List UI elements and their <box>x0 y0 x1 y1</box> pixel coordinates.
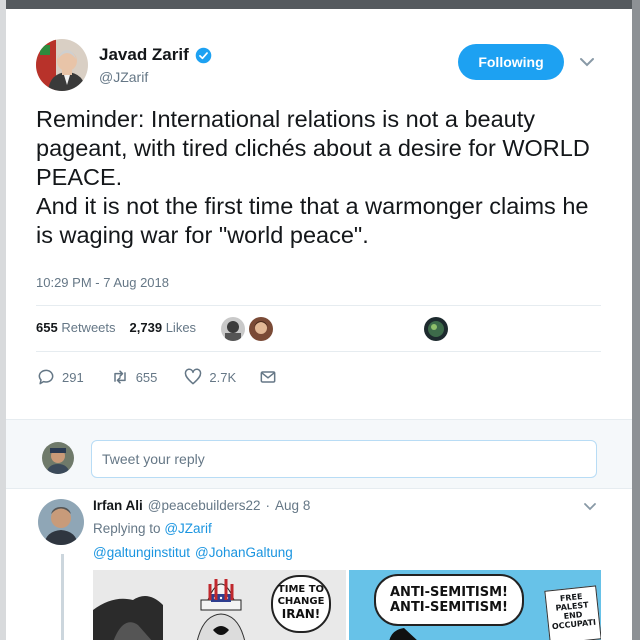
verified-badge-icon <box>195 47 212 63</box>
likes-count: 2,739 <box>129 320 163 335</box>
current-user-avatar <box>42 442 74 474</box>
likes-label: Likes <box>165 320 197 335</box>
tweet-actions: 291 655 2.7K <box>36 367 278 387</box>
reply-action[interactable]: 291 <box>36 367 84 387</box>
tweet-text-paragraph: Reminder: International relations is not… <box>36 106 590 190</box>
retweet-count: 655 <box>135 369 158 385</box>
reply-author-avatar[interactable] <box>38 499 84 545</box>
mention-link[interactable]: @JohanGaltung <box>195 545 293 560</box>
like-action[interactable]: 2.7K <box>183 367 236 387</box>
envelope-icon[interactable] <box>258 367 278 387</box>
bubble-text-line: ANTI-SEMITISM! <box>390 600 508 615</box>
retweets-label: Retweets <box>61 320 116 335</box>
heart-icon[interactable] <box>183 367 203 387</box>
reply-header: Irfan Ali @peacebuilders22 · Aug 8 <box>93 498 310 513</box>
separator-dot: · <box>265 498 271 513</box>
likes-stat[interactable]: 2,739 Likes <box>130 320 197 335</box>
author-name[interactable]: Javad Zarif <box>99 45 212 65</box>
divider <box>36 351 601 352</box>
protest-sign: FREE PALEST END OCCUPATI <box>544 585 601 640</box>
reply-icon[interactable] <box>36 367 56 387</box>
author-name-text[interactable]: Javad Zarif <box>99 45 189 65</box>
author-handle[interactable]: @JZarif <box>99 69 148 85</box>
like-count: 2.7K <box>209 369 237 385</box>
retweet-icon[interactable] <box>110 367 130 387</box>
reply-image-cartoon-right[interactable]: ANTI-SEMITISM! ANTI-SEMITISM! FREE PALES… <box>349 570 601 640</box>
tweet-timestamp[interactable]: 10:29 PM - 7 Aug 2018 <box>36 275 169 290</box>
bubble-text-line: TIME TO <box>277 584 325 595</box>
reply-author-handle[interactable]: @peacebuilders22 <box>148 498 261 513</box>
chevron-down-icon[interactable] <box>583 501 597 512</box>
liker-avatar[interactable] <box>249 317 273 341</box>
author-avatar[interactable] <box>36 39 88 91</box>
replying-to-prefix: Replying to <box>93 521 161 536</box>
window-top-edge <box>0 0 640 9</box>
retweet-action[interactable]: 655 <box>110 367 158 387</box>
retweets-stat[interactable]: 655 Retweets <box>36 320 116 335</box>
chevron-down-icon[interactable] <box>578 55 596 69</box>
thread-connector <box>61 554 64 640</box>
bubble-text-line: IRAN! <box>281 607 321 621</box>
replying-to: Replying to @JZarif <box>93 521 212 536</box>
reply-compose-area <box>6 419 632 489</box>
speech-bubble: TIME TO CHANGE IRAN! <box>271 575 331 633</box>
reply-count: 291 <box>62 369 84 385</box>
mention-link[interactable]: @galtunginstitut <box>93 545 190 560</box>
tweet-text: Reminder: International relations is not… <box>36 105 606 250</box>
reply-image-cartoon-left[interactable]: TIME TO CHANGE IRAN! <box>93 570 346 640</box>
retweets-count: 655 <box>36 320 58 335</box>
bubble-text-line: ANTI-SEMITISM! <box>390 585 508 600</box>
reply-input[interactable] <box>91 440 597 478</box>
tweet-card: Javad Zarif @JZarif Following Reminder: … <box>6 9 632 640</box>
liker-avatar[interactable] <box>424 317 448 341</box>
divider <box>36 305 601 306</box>
speech-bubble: ANTI-SEMITISM! ANTI-SEMITISM! <box>374 574 524 626</box>
direct-message-action[interactable] <box>258 367 278 387</box>
reply-author-name[interactable]: Irfan Ali <box>93 498 143 513</box>
replying-to-link[interactable]: @JZarif <box>164 521 211 536</box>
reply-date[interactable]: Aug 8 <box>275 498 310 513</box>
tweet-stats: 655 Retweets 2,739 Likes <box>36 320 196 335</box>
liker-avatar[interactable] <box>221 317 245 341</box>
reply-mentions: @galtunginstitut @JohanGaltung <box>93 545 293 560</box>
tweet-text-paragraph: And it is not the first time that a warm… <box>36 193 589 248</box>
following-button[interactable]: Following <box>458 44 564 80</box>
window-right-edge <box>632 0 640 640</box>
